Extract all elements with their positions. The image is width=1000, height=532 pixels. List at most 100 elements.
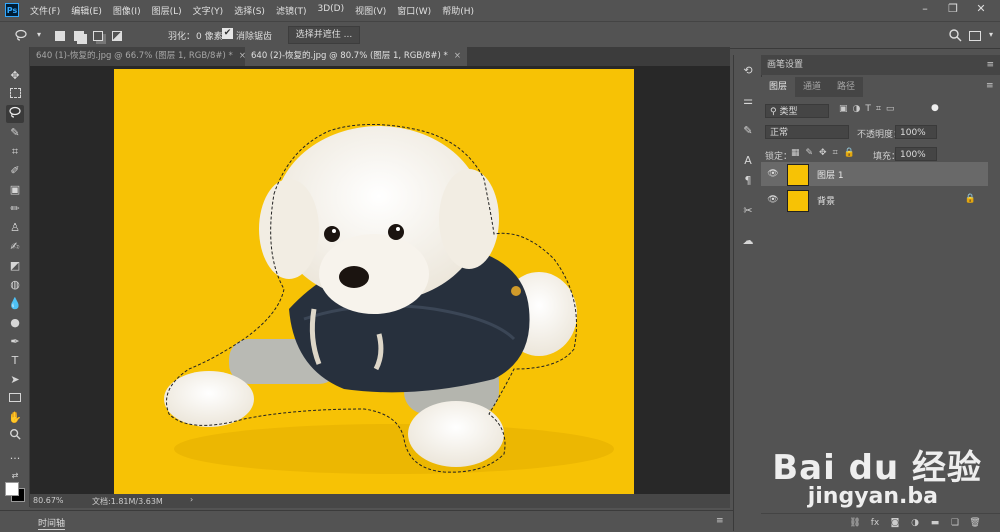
- new-selection-icon[interactable]: [53, 28, 67, 42]
- history-panel-icon[interactable]: ⟲: [740, 63, 756, 79]
- path-select-icon[interactable]: ➤: [6, 371, 24, 389]
- tab-document-2[interactable]: 640 (2)-恢复的.jpg @ 80.7% (图层 1, RGB/8#) *…: [245, 47, 467, 66]
- brush-tool-icon[interactable]: ✏: [6, 200, 24, 218]
- blend-mode-dropdown[interactable]: 正常: [765, 125, 849, 139]
- menu-filter[interactable]: 滤镜(T): [276, 4, 307, 17]
- menu-select[interactable]: 选择(S): [234, 4, 265, 17]
- delete-layer-icon[interactable]: 🗑: [969, 517, 981, 529]
- dodge-tool-icon[interactable]: ●: [6, 314, 24, 332]
- eraser-tool-icon[interactable]: ◩: [6, 257, 24, 275]
- subtract-selection-icon[interactable]: [91, 28, 105, 42]
- layer-name: 图层 1: [817, 171, 844, 181]
- chevron-down-icon[interactable]: ▾: [32, 28, 46, 42]
- tab-paths[interactable]: 路径: [829, 77, 864, 97]
- paragraph-panel-icon[interactable]: ¶: [740, 173, 756, 189]
- menu-file[interactable]: 文件(F): [30, 4, 60, 17]
- tab-layers[interactable]: 图层: [761, 77, 796, 97]
- tab-close-icon[interactable]: ×: [454, 51, 461, 61]
- document-image[interactable]: [114, 69, 634, 495]
- tab-document-1[interactable]: 640 (1)-恢复的.jpg @ 66.7% (图层 1, RGB/8#) *…: [30, 47, 252, 66]
- main-menu: 文件(F) 编辑(E) 图像(I) 图层(L) 文字(Y) 选择(S) 滤镜(T…: [30, 4, 485, 17]
- feather-value[interactable]: 0 像素: [196, 29, 223, 42]
- lasso-preset-icon[interactable]: [14, 28, 28, 42]
- link-layers-icon[interactable]: ⛓: [849, 517, 861, 529]
- marquee-tool-icon[interactable]: [6, 86, 24, 104]
- filter-toggle-icon[interactable]: ●: [931, 103, 939, 113]
- new-group-icon[interactable]: ▬: [929, 517, 941, 529]
- add-to-selection-icon[interactable]: [72, 28, 86, 42]
- layer-filter-icons[interactable]: ▣◑T⌗▭: [839, 104, 899, 114]
- status-bar: 80.67% 文档:1.81M/3.63M ›: [30, 494, 730, 508]
- eyedropper-tool-icon[interactable]: ✐: [6, 162, 24, 180]
- menu-type[interactable]: 文字(Y): [193, 4, 224, 17]
- blur-tool-icon[interactable]: 💧: [6, 295, 24, 313]
- menu-3d[interactable]: 3D(D): [317, 4, 344, 17]
- document-size: 文档:1.81M/3.63M: [92, 497, 163, 506]
- antialias-checkbox[interactable]: ✔: [222, 28, 233, 39]
- panel-menu-icon[interactable]: ≡: [986, 81, 994, 91]
- menu-help[interactable]: 帮助(H): [442, 4, 474, 17]
- clone-stamp-icon[interactable]: ♙: [6, 219, 24, 237]
- minimize-icon[interactable]: –: [915, 2, 935, 16]
- timeline-tab[interactable]: 时间轴: [38, 516, 66, 530]
- adjustments-panel-icon[interactable]: ⚌: [740, 93, 756, 109]
- brush-settings-tab[interactable]: 画笔设置: [767, 60, 803, 70]
- panel-menu-icon[interactable]: ≡: [986, 55, 994, 75]
- move-tool-icon[interactable]: ✥: [6, 67, 24, 85]
- layer-row-background[interactable]: 👁 背景 🔒: [761, 188, 988, 212]
- opacity-input[interactable]: 100%: [895, 125, 937, 139]
- fx-icon[interactable]: fx: [869, 517, 881, 529]
- antialias-label: 消除锯齿: [236, 32, 273, 42]
- layer-thumbnail: [787, 190, 809, 212]
- character-panel-icon[interactable]: A: [740, 153, 756, 169]
- libraries-panel-icon[interactable]: ☁: [740, 233, 756, 249]
- zoom-level[interactable]: 80.67%: [33, 496, 64, 505]
- timeline-panel: 时间轴 ≡: [0, 510, 735, 532]
- visibility-eye-icon[interactable]: 👁: [767, 194, 779, 206]
- pen-tool-icon[interactable]: ✒: [6, 333, 24, 351]
- adjustment-layer-icon[interactable]: ◑: [909, 517, 921, 529]
- menu-view[interactable]: 视图(V): [355, 4, 386, 17]
- brush-panel-icon[interactable]: ✎: [740, 123, 756, 139]
- photoshop-logo: Ps: [5, 3, 19, 17]
- crop-tool-icon[interactable]: ⌗: [6, 143, 24, 161]
- menu-edit[interactable]: 编辑(E): [71, 4, 102, 17]
- zoom-tool-icon[interactable]: [6, 428, 24, 446]
- foreground-color-swatch[interactable]: [5, 482, 19, 496]
- chevron-down-icon[interactable]: ▾: [984, 28, 998, 42]
- visibility-eye-icon[interactable]: 👁: [767, 168, 779, 180]
- search-icon[interactable]: [948, 28, 962, 42]
- tab-label: 640 (2)-恢复的.jpg @ 80.7% (图层 1, RGB/8#) *: [251, 51, 448, 61]
- lasso-tool-icon[interactable]: [6, 105, 24, 123]
- lock-options-icons[interactable]: ▦✎✥⌗🔒: [791, 148, 861, 158]
- intersect-selection-icon[interactable]: [110, 28, 124, 42]
- panel-icon-strip: ⟲ ⚌ ✎ A ¶ ✂ ☁: [733, 55, 762, 531]
- menu-layer[interactable]: 图层(L): [152, 4, 182, 17]
- menu-window[interactable]: 窗口(W): [397, 4, 431, 17]
- healing-brush-icon[interactable]: ▣: [6, 181, 24, 199]
- select-and-mask-button[interactable]: 选择并遮住 ...: [288, 26, 360, 44]
- tools-panel: ✥ ✎ ⌗ ✐ ▣ ✏ ♙ ✍ ◩ ◍ 💧 ● ✒ T ➤ ✋ ··· ⇄: [0, 47, 30, 507]
- status-arrow-icon[interactable]: ›: [190, 495, 193, 504]
- hand-tool-icon[interactable]: ✋: [6, 409, 24, 427]
- fill-input[interactable]: 100%: [895, 147, 937, 161]
- history-brush-icon[interactable]: ✍: [6, 238, 24, 256]
- lock-label: 锁定：: [765, 152, 793, 162]
- workspace-icon[interactable]: [968, 28, 982, 42]
- tab-channels[interactable]: 通道: [795, 77, 830, 97]
- paint-bucket-icon[interactable]: ◍: [6, 276, 24, 294]
- type-tool-icon[interactable]: T: [6, 352, 24, 370]
- new-layer-icon[interactable]: ❏: [949, 517, 961, 529]
- kind-filter-dropdown[interactable]: ⚲ 类型: [765, 104, 829, 118]
- add-mask-icon[interactable]: ◙: [889, 517, 901, 529]
- watermark-url: jingyan.ba: [807, 484, 938, 509]
- close-icon[interactable]: ✕: [971, 2, 991, 16]
- rectangle-tool-icon[interactable]: [6, 390, 24, 408]
- menu-image[interactable]: 图像(I): [113, 4, 141, 17]
- more-tools-icon[interactable]: ···: [6, 450, 24, 468]
- panel-menu-icon[interactable]: ≡: [716, 516, 724, 526]
- restore-icon[interactable]: ❐: [943, 2, 963, 16]
- quick-select-tool-icon[interactable]: ✎: [6, 124, 24, 142]
- tools-preset-icon[interactable]: ✂: [740, 203, 756, 219]
- layer-row-layer1[interactable]: 👁 图层 1: [761, 162, 988, 186]
